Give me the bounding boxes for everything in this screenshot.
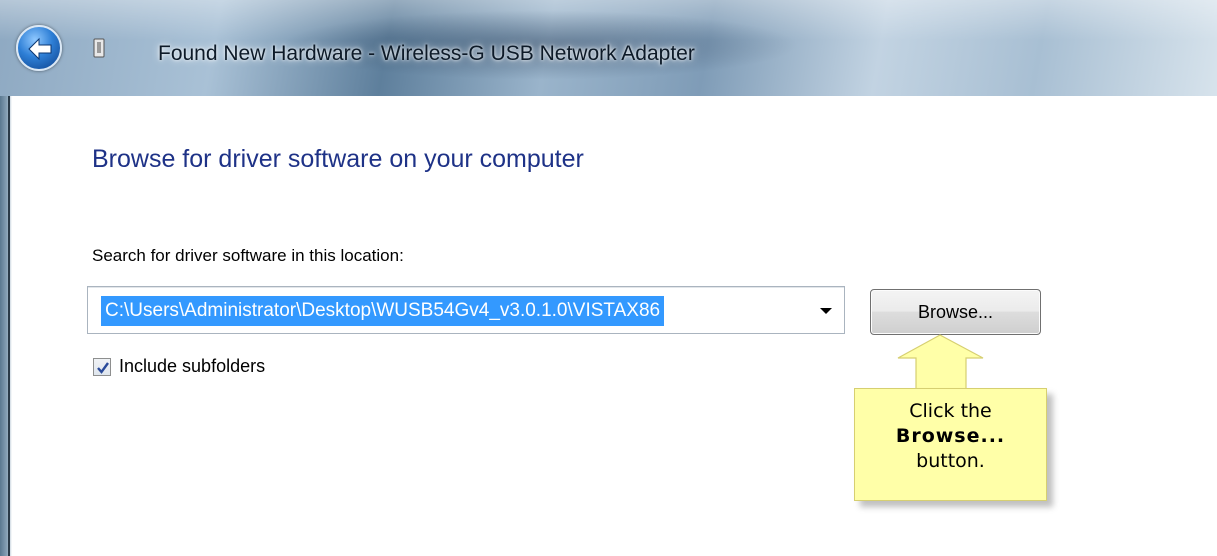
callout-line-1: Click the	[909, 400, 992, 422]
window-left-border-line	[8, 96, 10, 556]
browse-button[interactable]: Browse...	[870, 289, 1041, 335]
back-button[interactable]	[16, 25, 62, 71]
chevron-down-icon[interactable]	[814, 298, 838, 322]
include-subfolders-label[interactable]: Include subfolders	[119, 356, 265, 377]
checkmark-icon	[97, 362, 109, 374]
back-arrow-icon	[28, 37, 52, 61]
include-subfolders-checkbox[interactable]	[93, 358, 111, 376]
driver-path-combobox[interactable]: C:\Users\Administrator\Desktop\WUSB54Gv4…	[87, 286, 845, 334]
callout-line-2: Browse...	[895, 425, 1006, 447]
window-title: Found New Hardware - Wireless-G USB Netw…	[158, 42, 695, 65]
instruction-callout: Click the Browse... button.	[854, 388, 1047, 501]
window-left-border	[0, 96, 12, 556]
driver-path-value[interactable]: C:\Users\Administrator\Desktop\WUSB54Gv4…	[101, 296, 665, 326]
search-location-label: Search for driver software in this locat…	[92, 246, 404, 265]
callout-arrow-icon	[897, 334, 984, 392]
title-bar: Found New Hardware - Wireless-G USB Netw…	[0, 0, 1217, 96]
page-heading: Browse for driver software on your compu…	[92, 145, 584, 173]
callout-line-3: button.	[916, 450, 985, 472]
usb-device-icon	[93, 38, 105, 58]
